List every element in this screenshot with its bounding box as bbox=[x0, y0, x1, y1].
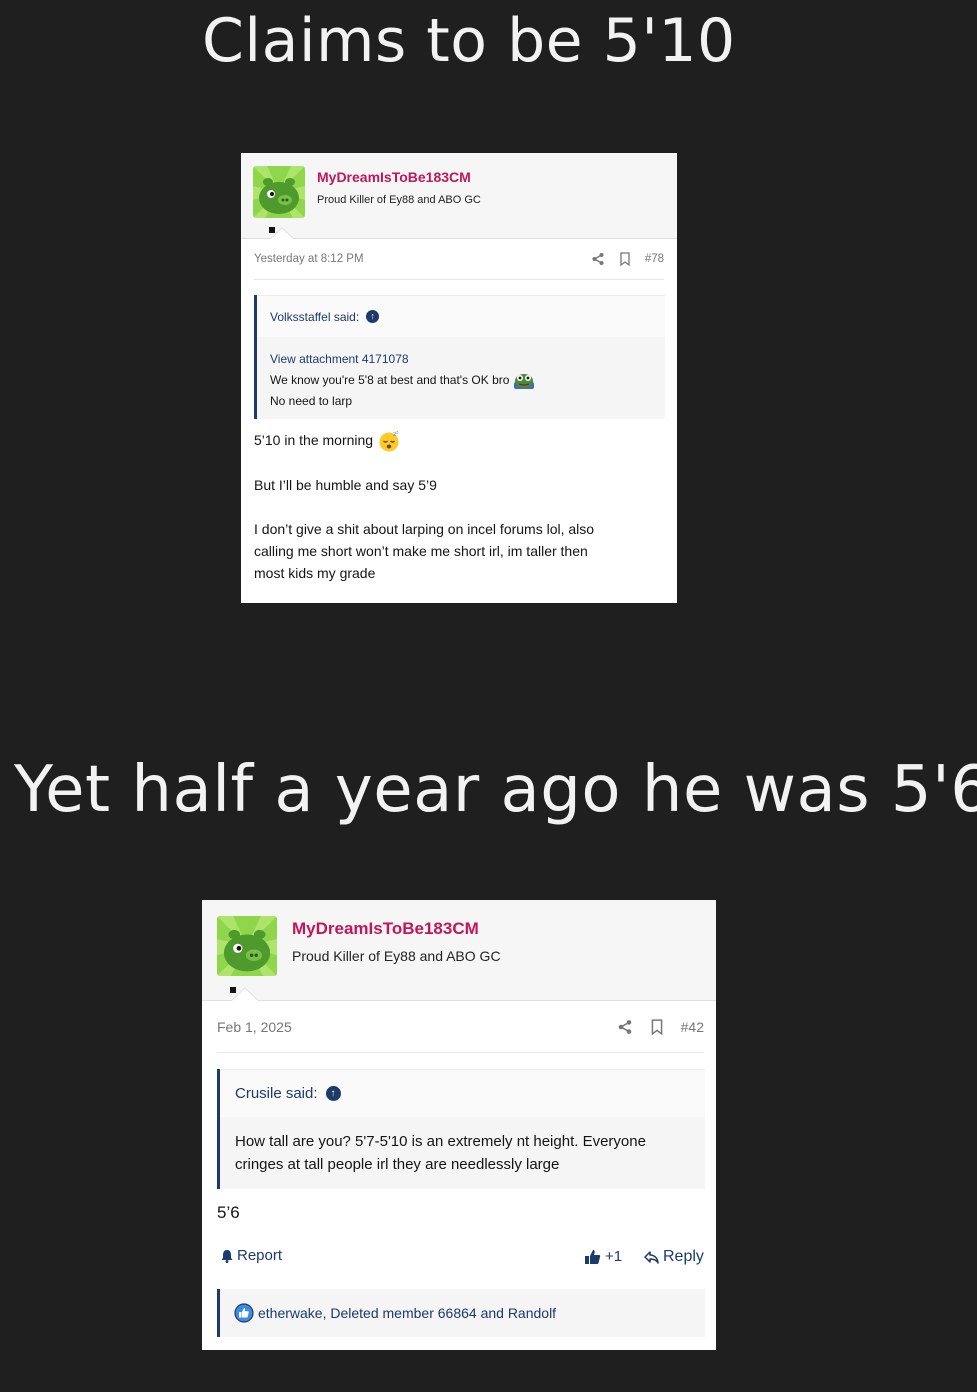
frog-emoji-icon bbox=[513, 372, 535, 390]
share-icon[interactable] bbox=[591, 252, 605, 266]
post-line: 5’6 bbox=[217, 1203, 240, 1222]
reply-arrow-icon bbox=[644, 1250, 659, 1264]
arrow-up-circle-icon[interactable]: ↑ bbox=[325, 1086, 341, 1101]
sleeping-face-icon: zz bbox=[378, 430, 400, 452]
svg-text:z: z bbox=[396, 431, 399, 436]
post-line: I don’t give a shit about larping on inc… bbox=[254, 521, 595, 538]
post-tools: #78 bbox=[591, 252, 664, 267]
post-header: MyDreamIsToBe183CM Proud Killer of Ey88 … bbox=[202, 900, 716, 1001]
post-card-78: MyDreamIsToBe183CM Proud Killer of Ey88 … bbox=[241, 153, 677, 603]
reply-label: Reply bbox=[663, 1248, 704, 1265]
caption-middle: Yet half a year ago he was 5'6 bbox=[14, 753, 977, 827]
quote-author[interactable]: Crusile said: bbox=[235, 1085, 318, 1102]
quote-header[interactable]: Crusile said: ↑ bbox=[220, 1069, 705, 1117]
username[interactable]: MyDreamIsToBe183CM bbox=[317, 169, 471, 185]
post-date[interactable]: Feb 1, 2025 bbox=[217, 1019, 292, 1035]
report-button[interactable]: Report bbox=[220, 1247, 282, 1264]
post-header: MyDreamIsToBe183CM Proud Killer of Ey88 … bbox=[241, 153, 677, 239]
post-line: 5’10 in the morning bbox=[254, 432, 374, 448]
bookmark-icon[interactable] bbox=[619, 252, 631, 267]
bell-icon bbox=[220, 1249, 234, 1263]
green-pig-avatar-icon[interactable] bbox=[217, 916, 277, 976]
green-pig-avatar-icon[interactable] bbox=[253, 166, 305, 218]
user-title: Proud Killer of Ey88 and ABO GC bbox=[292, 948, 501, 964]
quote-line: We know you're 5'8 at best and that's OK… bbox=[270, 373, 510, 387]
quote-line: No need to larp bbox=[270, 394, 353, 408]
reaction-users[interactable]: etherwake, Deleted member 66864 and Rand… bbox=[258, 1305, 556, 1321]
reaction-list[interactable]: etherwake, Deleted member 66864 and Rand… bbox=[217, 1289, 705, 1337]
like-reaction-icon bbox=[234, 1303, 254, 1323]
post-body: 5’6 bbox=[217, 1201, 240, 1225]
user-title: Proud Killer of Ey88 and ABO GC bbox=[317, 194, 481, 206]
bookmark-icon[interactable] bbox=[650, 1019, 664, 1036]
post-date[interactable]: Yesterday at 8:12 PM bbox=[254, 253, 364, 265]
quote-block: Crusile said: ↑ How tall are you? 5'7-5'… bbox=[217, 1069, 705, 1189]
divider bbox=[217, 1052, 704, 1053]
quote-author[interactable]: Volksstaffel said: bbox=[270, 310, 359, 324]
post-number[interactable]: #42 bbox=[681, 1019, 704, 1035]
divider bbox=[254, 279, 664, 280]
username[interactable]: MyDreamIsToBe183CM bbox=[292, 919, 479, 939]
quote-body: View attachment 4171078 We know you're 5… bbox=[270, 349, 535, 412]
post-line: calling me short won’t make me short irl… bbox=[254, 543, 588, 560]
post-card-42: MyDreamIsToBe183CM Proud Killer of Ey88 … bbox=[202, 900, 716, 1350]
quote-header[interactable]: Volksstaffel said: ↑ bbox=[257, 295, 665, 337]
like-button[interactable]: +1 bbox=[584, 1248, 622, 1265]
post-tools: #42 bbox=[617, 1019, 704, 1036]
attachment-link[interactable]: View attachment 4171078 bbox=[270, 349, 535, 370]
thumbs-up-icon bbox=[584, 1249, 601, 1265]
quote-line: cringes at tall people irl they are need… bbox=[235, 1156, 560, 1173]
quote-block: Volksstaffel said: ↑ View attachment 417… bbox=[254, 295, 665, 419]
post-number[interactable]: #78 bbox=[645, 253, 664, 265]
post-line: But I’ll be humble and say 5’9 bbox=[254, 477, 437, 494]
arrow-up-circle-icon[interactable]: ↑ bbox=[366, 310, 380, 323]
caption-top: Claims to be 5'10 bbox=[202, 6, 736, 76]
quote-line: How tall are you? 5'7-5'10 is an extreme… bbox=[235, 1133, 646, 1150]
post-line: most kids my grade bbox=[254, 565, 376, 582]
quote-body: How tall are you? 5'7-5'10 is an extreme… bbox=[235, 1130, 646, 1176]
post-body: 5’10 in the morning zz But I’ll be humbl… bbox=[254, 429, 594, 584]
reply-button[interactable]: Reply bbox=[644, 1248, 704, 1266]
report-label: Report bbox=[237, 1247, 283, 1264]
share-icon[interactable] bbox=[617, 1019, 633, 1035]
like-count: +1 bbox=[605, 1248, 623, 1265]
